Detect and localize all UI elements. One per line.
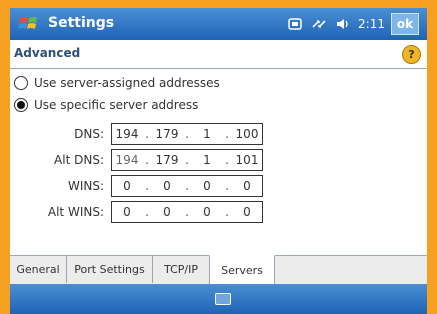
ip-octet[interactable]: 0 bbox=[112, 179, 142, 193]
radio-label: Use specific server address bbox=[34, 98, 199, 112]
section-title: Advanced bbox=[14, 46, 81, 60]
network-icon[interactable] bbox=[286, 15, 304, 33]
alt-dns-label: Alt DNS: bbox=[54, 153, 104, 167]
ip-octet[interactable]: 0 bbox=[112, 205, 142, 219]
status-area: 2:11 ok bbox=[286, 13, 419, 35]
title-bar: Settings 2:11 ok bbox=[10, 8, 427, 40]
tab-label: General bbox=[16, 263, 60, 276]
section-header: Advanced ? bbox=[10, 40, 427, 69]
tab-label: Port Settings bbox=[74, 263, 145, 276]
wins-field-row: WINS: 0. 0. 0. 0 bbox=[10, 175, 427, 199]
clock[interactable]: 2:11 bbox=[358, 17, 385, 31]
ip-octet[interactable]: 194 bbox=[112, 153, 142, 167]
ip-octet[interactable]: 0 bbox=[152, 179, 182, 193]
ip-octet[interactable]: 0 bbox=[192, 179, 222, 193]
ip-octet[interactable]: 1 bbox=[192, 127, 222, 141]
app-title: Settings bbox=[48, 15, 115, 31]
tab-port-settings[interactable]: Port Settings bbox=[67, 256, 153, 283]
settings-content: Advanced ? Use server-assigned addresses… bbox=[10, 40, 427, 255]
tab-general[interactable]: General bbox=[10, 256, 67, 283]
tab-servers[interactable]: Servers bbox=[209, 255, 275, 284]
radio-specific-server[interactable]: Use specific server address bbox=[14, 95, 198, 115]
radio-label: Use server-assigned addresses bbox=[34, 76, 220, 90]
radio-server-assigned[interactable]: Use server-assigned addresses bbox=[14, 73, 220, 93]
alt-wins-label: Alt WINS: bbox=[47, 205, 104, 219]
tab-bar: General Port Settings TCP/IP Servers bbox=[10, 255, 427, 284]
alt-wins-field-row: Alt WINS: 0. 0. 0. 0 bbox=[10, 201, 427, 225]
ip-octet[interactable]: 0 bbox=[152, 205, 182, 219]
alt-dns-field-row: Alt DNS: 194. 179. 1. 101 bbox=[10, 149, 427, 173]
ok-button[interactable]: ok bbox=[391, 13, 419, 35]
connectivity-icon[interactable] bbox=[310, 15, 328, 33]
volume-icon[interactable] bbox=[334, 15, 352, 33]
windows-flag-icon[interactable] bbox=[18, 14, 40, 34]
dns-label: DNS: bbox=[74, 127, 104, 141]
ip-octet[interactable]: 101 bbox=[232, 153, 262, 167]
wins-ip-input[interactable]: 0. 0. 0. 0 bbox=[111, 175, 263, 197]
ip-octet[interactable]: 100 bbox=[232, 127, 262, 141]
alt-wins-ip-input[interactable]: 0. 0. 0. 0 bbox=[111, 201, 263, 223]
ip-octet[interactable]: 179 bbox=[152, 153, 182, 167]
ip-octet[interactable]: 1 bbox=[192, 153, 222, 167]
ip-octet[interactable]: 0 bbox=[232, 205, 262, 219]
dns-field-row: DNS: 194. 179. 1. 100 bbox=[10, 123, 427, 147]
ip-octet[interactable]: 0 bbox=[232, 179, 262, 193]
device-frame bbox=[0, 0, 437, 8]
alt-dns-ip-input[interactable]: 194. 179. 1. 101 bbox=[111, 149, 263, 171]
tab-label: TCP/IP bbox=[164, 263, 198, 276]
dns-ip-input[interactable]: 194. 179. 1. 100 bbox=[111, 123, 263, 145]
keyboard-icon[interactable] bbox=[215, 293, 231, 305]
ip-octet[interactable]: 194 bbox=[112, 127, 142, 141]
ip-octet[interactable]: 0 bbox=[192, 205, 222, 219]
tab-label: Servers bbox=[221, 263, 263, 277]
ip-octet[interactable]: 179 bbox=[152, 127, 182, 141]
radio-button-checked[interactable] bbox=[14, 98, 28, 112]
tab-tcp-ip[interactable]: TCP/IP bbox=[153, 256, 210, 283]
menu-bar bbox=[10, 284, 427, 314]
radio-button-unchecked[interactable] bbox=[14, 76, 28, 90]
help-icon[interactable]: ? bbox=[402, 45, 421, 64]
wins-label: WINS: bbox=[67, 179, 104, 193]
